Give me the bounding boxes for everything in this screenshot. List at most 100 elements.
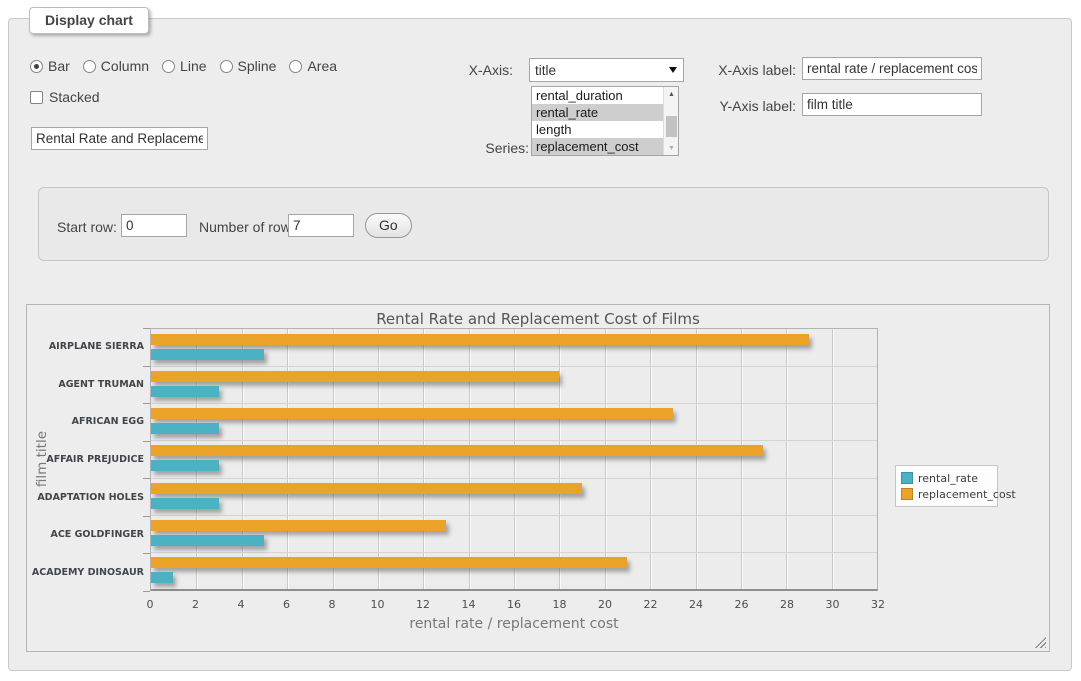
radio-icon[interactable] — [83, 60, 96, 73]
x-tick-label: 20 — [598, 598, 612, 611]
stacked-label: Stacked — [49, 89, 100, 105]
x-tick-label: 24 — [689, 598, 703, 611]
chart-title: Rental Rate and Replacement Cost of Film… — [27, 310, 1049, 328]
legend-label: rental_rate — [918, 472, 978, 485]
radio-icon[interactable] — [30, 60, 43, 73]
radio-label: Column — [101, 58, 149, 74]
legend-swatch — [901, 472, 913, 484]
x-tick-label: 16 — [507, 598, 521, 611]
chart-type-line[interactable]: Line — [162, 58, 206, 74]
start-row-input[interactable] — [121, 214, 187, 237]
bar-replacement_cost — [151, 557, 627, 568]
bar-rental_rate — [151, 423, 219, 434]
bars-layer — [151, 329, 877, 589]
radio-label: Spline — [238, 58, 277, 74]
legend-item: rental_rate — [901, 470, 992, 486]
display-chart-panel: Display chart BarColumnLineSplineArea St… — [8, 18, 1072, 671]
tick-mark — [143, 516, 150, 517]
tick-mark — [143, 553, 150, 554]
chart-type-spline[interactable]: Spline — [220, 58, 277, 74]
x-tick-label: 22 — [644, 598, 658, 611]
category-label: AIRPLANE SIERRA — [27, 328, 144, 366]
series-option-rental_rate[interactable]: rental_rate — [532, 104, 663, 121]
x-tick-label: 14 — [462, 598, 476, 611]
bar-rental_rate — [151, 349, 264, 360]
x-axis-ticks: 02468101214161820222426283032 — [150, 598, 878, 612]
number-of-rows-label: Number of rows: — [199, 219, 302, 235]
bar-rental_rate — [151, 498, 219, 509]
chart-type-area[interactable]: Area — [289, 58, 337, 74]
x-tick-label: 28 — [780, 598, 794, 611]
legend-swatch — [901, 488, 913, 500]
series-listbox[interactable]: rental_durationrental_ratelengthreplacem… — [531, 86, 679, 156]
panel-title: Display chart — [29, 7, 149, 34]
bar-replacement_cost — [151, 483, 582, 494]
series-options: rental_durationrental_ratelengthreplacem… — [532, 87, 663, 155]
x-tick-label: 8 — [329, 598, 336, 611]
x-tick-label: 18 — [553, 598, 567, 611]
category-band — [151, 552, 877, 589]
stacked-checkbox-row[interactable]: Stacked — [30, 89, 100, 105]
bar-replacement_cost — [151, 371, 559, 382]
bar-replacement_cost — [151, 520, 446, 531]
chart-type-bar[interactable]: Bar — [30, 58, 70, 74]
tick-mark — [143, 441, 150, 442]
radio-icon[interactable] — [289, 60, 302, 73]
chart-title-input[interactable] — [31, 127, 208, 150]
radio-icon[interactable] — [162, 60, 175, 73]
bar-rental_rate — [151, 572, 173, 583]
category-label: ACADEMY DINOSAUR — [27, 553, 144, 591]
go-button[interactable]: Go — [365, 213, 412, 238]
category-band — [151, 515, 877, 552]
category-label: AFFAIR PREJUDICE — [27, 441, 144, 479]
y-axis-categories: AIRPLANE SIERRAAGENT TRUMANAFRICAN EGGAF… — [27, 328, 144, 591]
radio-label: Bar — [48, 58, 70, 74]
x-tick-label: 2 — [192, 598, 199, 611]
category-label: AGENT TRUMAN — [27, 366, 144, 404]
plot-area — [150, 328, 878, 591]
radio-label: Area — [307, 58, 337, 74]
resize-grip-icon[interactable] — [1035, 637, 1046, 648]
x-axis-label-label: X-Axis label: — [659, 62, 796, 78]
y-axis-ticks — [143, 328, 150, 591]
x-tick-label: 26 — [735, 598, 749, 611]
tick-mark — [143, 591, 150, 592]
x-tick-label: 6 — [283, 598, 290, 611]
chart-legend: rental_ratereplacement_cost — [895, 465, 998, 507]
scroll-down-icon[interactable]: ▼ — [664, 141, 679, 155]
y-axis-label-input[interactable] — [802, 93, 982, 116]
legend-item: replacement_cost — [901, 486, 992, 502]
tick-mark — [143, 478, 150, 479]
checkbox-icon[interactable] — [30, 91, 43, 104]
y-axis-label-label: Y-Axis label: — [659, 98, 796, 114]
bar-replacement_cost — [151, 408, 673, 419]
series-option-replacement_cost[interactable]: replacement_cost — [532, 138, 663, 155]
row-controls-box: Start row: Number of rows: Go — [38, 187, 1049, 261]
x-axis-select-value: title — [535, 63, 556, 78]
scrollbar-thumb[interactable] — [666, 116, 677, 137]
x-tick-label: 30 — [826, 598, 840, 611]
tick-mark — [143, 366, 150, 367]
x-tick-label: 0 — [147, 598, 154, 611]
bar-rental_rate — [151, 535, 264, 546]
chart-type-column[interactable]: Column — [83, 58, 149, 74]
category-label: ADAPTATION HOLES — [27, 478, 144, 516]
bar-replacement_cost — [151, 445, 763, 456]
legend-label: replacement_cost — [918, 488, 1016, 501]
radio-icon[interactable] — [220, 60, 233, 73]
x-tick-label: 32 — [871, 598, 885, 611]
start-row-label: Start row: — [57, 219, 117, 235]
x-axis-title: rental rate / replacement cost — [150, 616, 878, 632]
category-label: ACE GOLDFINGER — [27, 516, 144, 554]
category-band — [151, 440, 877, 477]
bar-rental_rate — [151, 386, 219, 397]
chart-container: Rental Rate and Replacement Cost of Film… — [26, 304, 1050, 652]
x-axis-label-input[interactable] — [802, 57, 982, 80]
category-band — [151, 329, 877, 366]
series-label: Series: — [409, 140, 529, 156]
bar-replacement_cost — [151, 334, 809, 345]
bar-rental_rate — [151, 460, 219, 471]
number-of-rows-input[interactable] — [288, 214, 354, 237]
series-option-length[interactable]: length — [532, 121, 663, 138]
series-option-rental_duration[interactable]: rental_duration — [532, 87, 663, 104]
